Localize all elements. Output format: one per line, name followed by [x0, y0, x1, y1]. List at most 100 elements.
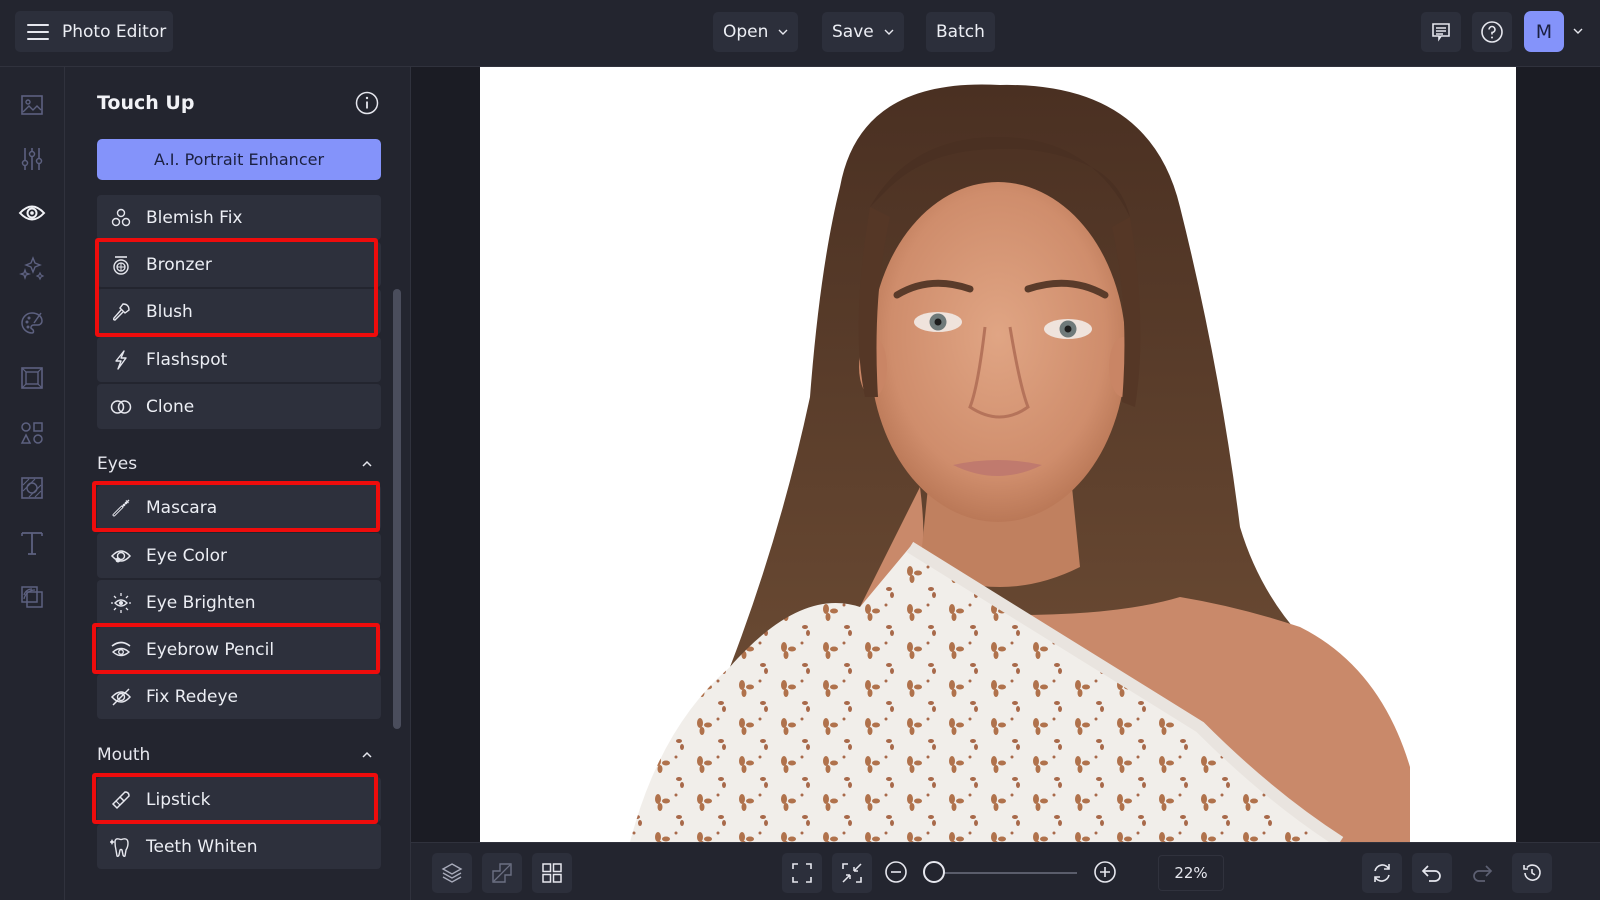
- tool-clone[interactable]: Clone: [97, 384, 381, 429]
- tool-label: Clone: [146, 396, 195, 417]
- info-icon[interactable]: [355, 91, 379, 115]
- tool-mascara[interactable]: Mascara: [97, 485, 381, 530]
- redo-icon: [1473, 865, 1493, 882]
- app-menu-button[interactable]: Photo Editor: [15, 11, 173, 52]
- section-label: Eyes: [97, 454, 138, 474]
- rail-item-artsy[interactable]: [16, 307, 48, 339]
- eyebrow-icon: [110, 639, 132, 661]
- panel-scrollbar[interactable]: [393, 289, 401, 729]
- blush-brush-icon: [110, 301, 132, 323]
- hamburger-menu-icon: [27, 23, 49, 40]
- lipstick-icon: [110, 789, 132, 811]
- batch-button[interactable]: Batch: [926, 12, 995, 52]
- reset-button[interactable]: [1362, 853, 1402, 893]
- eyes-section-header[interactable]: Eyes: [97, 452, 381, 476]
- ai-portrait-enhancer-button[interactable]: A.I. Portrait Enhancer: [97, 139, 381, 180]
- rail-item-text[interactable]: [16, 527, 48, 559]
- section-label: Mouth: [97, 745, 151, 765]
- tool-teeth-whiten[interactable]: Teeth Whiten: [97, 824, 381, 869]
- redo-button[interactable]: [1462, 853, 1502, 893]
- lightning-icon: [110, 349, 132, 371]
- zoom-in-button[interactable]: [1091, 858, 1119, 886]
- fit-screen-icon: [792, 863, 812, 883]
- overlay-icon: [21, 586, 43, 608]
- zoom-percent-field[interactable]: 22%: [1158, 855, 1224, 891]
- open-label: Open: [723, 22, 769, 42]
- undo-button[interactable]: [1412, 853, 1452, 893]
- tooth-icon: [110, 836, 132, 858]
- panel-title: Touch Up: [97, 92, 195, 114]
- zoom-slider-track[interactable]: [935, 872, 1077, 874]
- tool-bronzer[interactable]: Bronzer: [97, 242, 381, 287]
- layers-icon: [441, 863, 463, 883]
- undo-icon: [1421, 865, 1441, 882]
- tool-eye-color[interactable]: Eye Color: [97, 533, 381, 578]
- rail-item-frames[interactable]: [16, 362, 48, 394]
- mascara-icon: [110, 497, 132, 519]
- tool-label: Mascara: [146, 497, 218, 518]
- grid-button[interactable]: [532, 853, 572, 893]
- feedback-button[interactable]: [1421, 12, 1461, 52]
- chevron-up-icon: [362, 460, 372, 467]
- tool-label: Blush: [146, 301, 193, 322]
- tool-label: Eyebrow Pencil: [146, 639, 275, 660]
- rail-item-image[interactable]: [16, 89, 48, 121]
- mouth-section-header[interactable]: Mouth: [97, 743, 381, 767]
- eye-brighten-icon: [110, 592, 132, 614]
- shrink-icon: [842, 863, 862, 883]
- rail-item-effects[interactable]: [16, 252, 48, 284]
- layers-button[interactable]: [432, 853, 472, 893]
- image-icon: [21, 95, 43, 115]
- batch-label: Batch: [936, 22, 985, 42]
- rail-item-graphics[interactable]: [16, 417, 48, 449]
- rail-item-overlays[interactable]: [16, 581, 48, 613]
- help-circle-icon: [1481, 21, 1503, 43]
- tool-label: Bronzer: [146, 254, 212, 275]
- rail-item-touch-up[interactable]: [16, 197, 48, 229]
- eye-icon: [18, 205, 46, 221]
- shrink-button[interactable]: [832, 853, 872, 893]
- chevron-up-icon: [362, 751, 372, 758]
- photo-canvas[interactable]: [480, 67, 1516, 842]
- help-button[interactable]: [1472, 12, 1512, 52]
- zoom-out-icon: [885, 861, 907, 883]
- tool-lipstick[interactable]: Lipstick: [97, 777, 381, 822]
- rail-item-adjust[interactable]: [16, 143, 48, 175]
- user-avatar[interactable]: M: [1524, 11, 1564, 52]
- text-icon: [21, 532, 43, 555]
- tool-fix-redeye[interactable]: Fix Redeye: [97, 674, 381, 719]
- tool-label: Eye Color: [146, 545, 228, 566]
- eye-color-icon: [110, 545, 132, 567]
- top-bar: Photo Editor Open Save Batch M: [0, 0, 1600, 67]
- tool-blemish-fix[interactable]: Blemish Fix: [97, 195, 381, 240]
- tool-blush[interactable]: Blush: [97, 289, 381, 334]
- tool-label: Lipstick: [146, 789, 211, 810]
- chevron-down-icon: [778, 29, 788, 35]
- zoom-out-button[interactable]: [882, 858, 910, 886]
- tool-label: Flashspot: [146, 349, 228, 370]
- app-title: Photo Editor: [62, 21, 167, 42]
- shapes-icon: [20, 422, 43, 444]
- fit-screen-button[interactable]: [782, 853, 822, 893]
- touch-up-panel: Touch Up A.I. Portrait Enhancer Blemish …: [65, 67, 411, 900]
- open-button[interactable]: Open: [713, 12, 799, 52]
- rail-item-textures[interactable]: [16, 472, 48, 504]
- history-button[interactable]: [1512, 853, 1552, 893]
- chevron-down-icon: [884, 29, 894, 35]
- resize-button[interactable]: [482, 853, 522, 893]
- tool-flashspot[interactable]: Flashspot: [97, 337, 381, 382]
- save-button[interactable]: Save: [822, 12, 904, 52]
- chevron-down-icon[interactable]: [1573, 26, 1583, 36]
- tool-eye-brighten[interactable]: Eye Brighten: [97, 580, 381, 625]
- save-label: Save: [832, 22, 874, 42]
- zoom-in-icon: [1094, 861, 1116, 883]
- frame-icon: [21, 367, 43, 389]
- reset-icon: [1374, 864, 1390, 882]
- portrait-photo: [630, 84, 1410, 842]
- grid-icon: [542, 863, 562, 883]
- tool-eyebrow-pencil[interactable]: Eyebrow Pencil: [97, 627, 381, 672]
- zoom-slider-handle[interactable]: [923, 861, 945, 883]
- texture-icon: [21, 477, 43, 499]
- blemish-icon: [110, 207, 132, 229]
- tool-label: Fix Redeye: [146, 686, 239, 707]
